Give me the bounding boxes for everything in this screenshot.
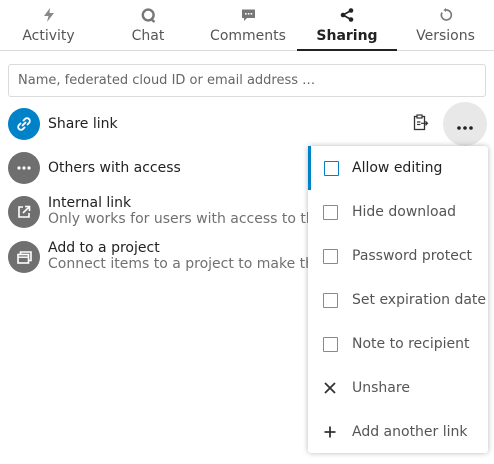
share-icon: [340, 7, 354, 23]
chat-icon: [141, 7, 156, 23]
internal-link-subtitle: Only works for users with access to this…: [48, 211, 340, 227]
add-to-project-row[interactable]: Add to a project Connect items to a proj…: [8, 240, 337, 273]
tab-underline: [0, 50, 97, 51]
tab-label: Activity: [22, 28, 75, 44]
set-expiration-label: Set expiration date: [352, 292, 487, 308]
ellipsis-icon: [8, 152, 40, 184]
more-icon: [457, 115, 473, 134]
tab-underline: [397, 50, 494, 51]
allow-editing-label: Allow editing: [352, 160, 443, 176]
password-protect-checkbox[interactable]: [322, 248, 338, 264]
note-to-recipient-checkbox[interactable]: [322, 336, 338, 352]
tab-underline: [199, 50, 297, 51]
history-icon: [439, 7, 453, 23]
share-link-title: Share link: [48, 116, 118, 132]
tab-label: Comments: [210, 28, 286, 44]
clipboard-icon: [413, 113, 429, 135]
internal-link-row[interactable]: Internal link Only works for users with …: [8, 195, 340, 228]
tab-sharing[interactable]: Sharing: [297, 0, 397, 51]
hide-download-label: Hide download: [352, 204, 457, 220]
set-expiration-option[interactable]: Set expiration date: [308, 278, 488, 322]
share-search-input[interactable]: [8, 64, 486, 97]
share-link-row: Share link: [8, 108, 118, 140]
tab-label: Chat: [131, 28, 165, 44]
tab-underline: [297, 49, 397, 51]
project-icon: [8, 241, 40, 273]
note-to-recipient-label: Note to recipient: [352, 336, 470, 352]
add-to-project-subtitle: Connect items to a project to make them: [48, 256, 337, 272]
copy-link-button[interactable]: [410, 113, 432, 135]
tab-versions[interactable]: Versions: [397, 0, 494, 51]
plus-icon: [308, 426, 352, 438]
note-to-recipient-option[interactable]: Note to recipient: [308, 322, 488, 366]
hide-download-checkbox[interactable]: [322, 204, 338, 220]
add-another-link-button[interactable]: Add another link: [308, 410, 488, 454]
share-link-menu: Allow editing Hide download Password pro…: [308, 146, 488, 453]
password-protect-label: Password protect: [352, 248, 473, 264]
hide-download-option[interactable]: Hide download: [308, 190, 488, 234]
add-to-project-title: Add to a project: [48, 240, 160, 256]
allow-editing-checkbox[interactable]: [324, 160, 339, 176]
unshare-label: Unshare: [352, 380, 410, 396]
others-with-access-row[interactable]: Others with access: [8, 152, 181, 184]
tab-chat[interactable]: Chat: [97, 0, 199, 51]
tab-label: Sharing: [316, 28, 378, 44]
activity-icon: [43, 7, 55, 23]
tab-label: Versions: [416, 28, 475, 44]
share-menu-button[interactable]: [443, 102, 487, 146]
close-icon: [308, 382, 352, 394]
others-with-access-title: Others with access: [48, 160, 181, 176]
comments-icon: [241, 7, 256, 23]
internal-link-title: Internal link: [48, 195, 132, 211]
unshare-button[interactable]: Unshare: [308, 366, 488, 410]
link-icon: [8, 108, 40, 140]
tab-activity[interactable]: Activity: [0, 0, 97, 51]
set-expiration-checkbox[interactable]: [322, 292, 338, 308]
password-protect-option[interactable]: Password protect: [308, 234, 488, 278]
tab-comments[interactable]: Comments: [199, 0, 297, 51]
tab-underline: [97, 50, 199, 51]
allow-editing-option[interactable]: Allow editing: [308, 146, 488, 190]
sidebar-tabs: Activity Chat Comments Sharing Versions: [0, 0, 494, 51]
add-another-link-label: Add another link: [352, 424, 468, 440]
external-link-icon: [8, 196, 40, 228]
